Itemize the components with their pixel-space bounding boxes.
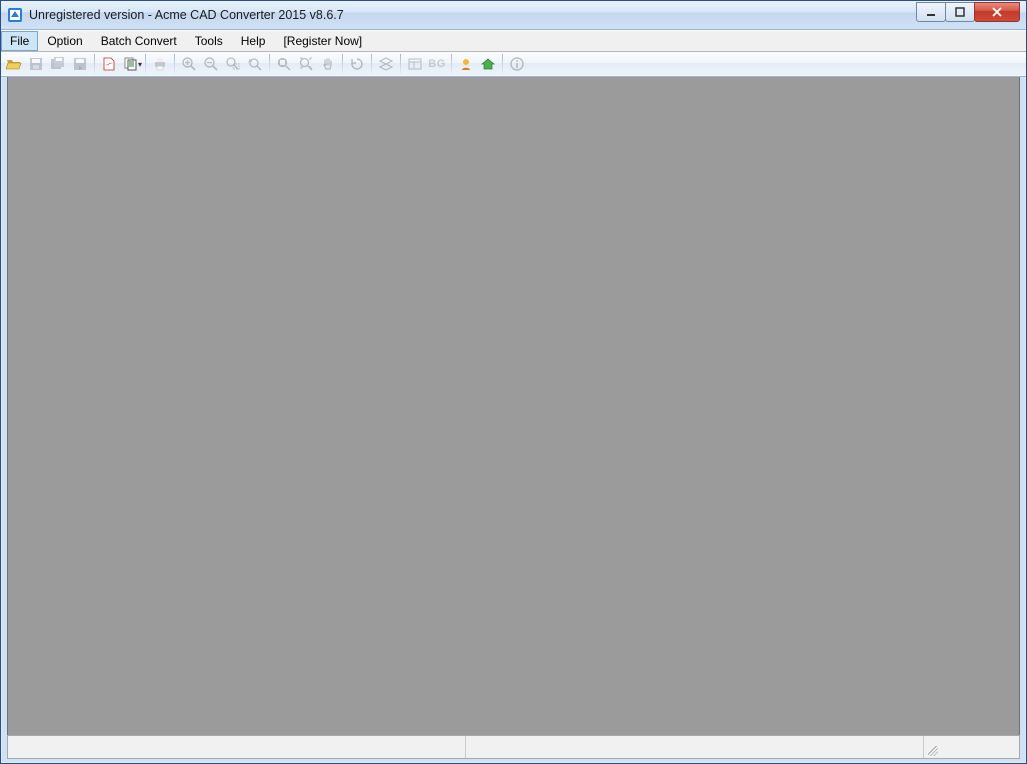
toolbar: ▾	[1, 52, 1026, 77]
menu-option[interactable]: Option	[38, 31, 91, 51]
menu-tools[interactable]: Tools	[186, 31, 232, 51]
regen-button[interactable]	[346, 53, 368, 75]
zoom-extents-button[interactable]	[273, 53, 295, 75]
toolbar-separator	[174, 54, 175, 74]
window-frame: Unregistered version - Acme CAD Converte…	[0, 0, 1027, 764]
bg-label: BG	[428, 58, 446, 70]
toolbar-separator	[94, 54, 95, 74]
background-button[interactable]: BG	[426, 53, 448, 75]
pan-button[interactable]	[317, 53, 339, 75]
resize-grip-icon[interactable]	[924, 736, 940, 758]
minimize-button[interactable]	[916, 2, 946, 22]
maximize-button[interactable]	[945, 2, 975, 22]
layers-button[interactable]	[375, 53, 397, 75]
zoom-in-button[interactable]	[178, 53, 200, 75]
menu-help[interactable]: Help	[232, 31, 275, 51]
toolbar-separator	[269, 54, 270, 74]
title-bar[interactable]: Unregistered version - Acme CAD Converte…	[1, 1, 1026, 30]
zoom-window-button[interactable]	[222, 53, 244, 75]
layouts-button[interactable]	[404, 53, 426, 75]
menu-batch-convert[interactable]: Batch Convert	[92, 31, 186, 51]
toolbar-separator	[400, 54, 401, 74]
close-button[interactable]	[974, 2, 1020, 22]
save-all-button[interactable]	[47, 53, 69, 75]
status-pane-1	[8, 736, 466, 758]
status-bar	[7, 735, 1020, 759]
toolbar-separator	[451, 54, 452, 74]
window-title: Unregistered version - Acme CAD Converte…	[29, 8, 917, 22]
copy-button[interactable]	[120, 53, 142, 75]
status-pane-2	[466, 736, 924, 758]
canvas-area[interactable]	[7, 77, 1020, 742]
menu-file[interactable]: File	[1, 31, 38, 51]
toolbar-separator	[371, 54, 372, 74]
about-button[interactable]	[506, 53, 528, 75]
window-controls	[917, 2, 1020, 22]
menu-register-now[interactable]: [Register Now]	[274, 31, 371, 51]
export-pdf-button[interactable]	[98, 53, 120, 75]
open-button[interactable]	[3, 53, 25, 75]
toolbar-separator	[145, 54, 146, 74]
save-button[interactable]	[25, 53, 47, 75]
check-update-button[interactable]	[455, 53, 477, 75]
home-button[interactable]	[477, 53, 499, 75]
print-button[interactable]	[149, 53, 171, 75]
save-back-button[interactable]	[69, 53, 91, 75]
zoom-out-button[interactable]	[200, 53, 222, 75]
toolbar-separator	[342, 54, 343, 74]
menu-bar: File Option Batch Convert Tools Help [Re…	[1, 30, 1026, 52]
app-icon	[7, 7, 23, 23]
zoom-previous-button[interactable]	[244, 53, 266, 75]
zoom-all-button[interactable]	[295, 53, 317, 75]
toolbar-separator	[502, 54, 503, 74]
